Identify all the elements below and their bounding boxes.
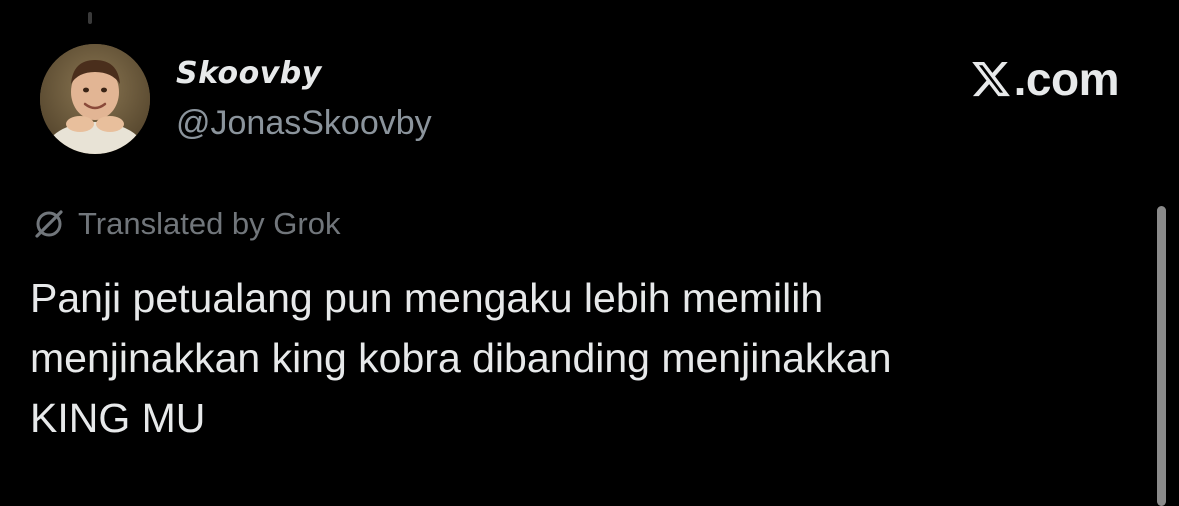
user-handle[interactable]: @JonasSkoovby bbox=[176, 104, 432, 143]
tweet-text-line: KING MU bbox=[30, 395, 206, 441]
x-logo-icon bbox=[970, 58, 1012, 100]
translation-notice[interactable]: Translated by Grok bbox=[32, 204, 340, 244]
brand-domain: .com bbox=[1013, 53, 1120, 105]
avatar[interactable] bbox=[40, 44, 150, 154]
scrollbar[interactable] bbox=[1157, 206, 1166, 506]
brand-watermark: .com bbox=[970, 53, 1120, 105]
top-divider-tick bbox=[88, 12, 92, 24]
tweet-text: Panji petualang pun mengaku lebih memili… bbox=[30, 268, 1110, 448]
translation-label: Translated by Grok bbox=[78, 206, 341, 241]
tweet-text-line: menjinakkan king kobra dibanding menjina… bbox=[30, 335, 892, 381]
grok-icon bbox=[32, 207, 66, 241]
tweet-text-line: Panji petualang pun mengaku lebih memili… bbox=[30, 275, 824, 321]
display-name[interactable]: Skoovby bbox=[176, 56, 322, 91]
